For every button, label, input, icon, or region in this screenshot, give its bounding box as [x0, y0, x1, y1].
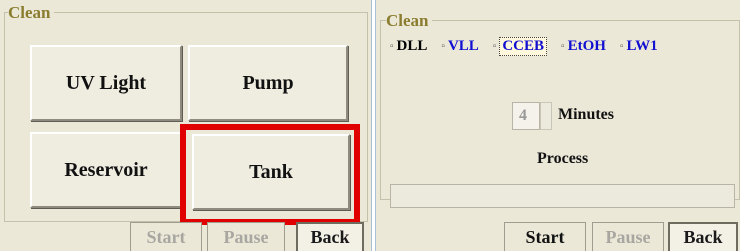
tank-highlight-box — [180, 124, 360, 225]
process-label: Process — [537, 150, 589, 167]
right-pause-button[interactable]: Pause — [592, 222, 664, 251]
option-vll-label: VLL — [447, 37, 479, 54]
left-panel-title: Clean — [8, 2, 54, 24]
option-dll-radio[interactable]: ▫ DLL — [390, 38, 427, 55]
pump-button[interactable]: Pump — [188, 45, 348, 121]
option-etoh-radio[interactable]: ▫ EtOH — [561, 38, 606, 55]
option-cceb-label: CCEB — [499, 36, 548, 56]
minutes-input[interactable]: 4 — [512, 102, 540, 130]
uv-light-button[interactable]: UV Light — [30, 45, 182, 121]
right-panel-title: Clean — [386, 10, 432, 32]
option-cceb-radio[interactable]: ▫ CCEB — [492, 36, 548, 56]
option-etoh-label: EtOH — [567, 37, 606, 54]
left-back-button[interactable]: Back — [296, 222, 364, 251]
option-lw1-radio[interactable]: ▫ LW1 — [620, 38, 658, 55]
right-start-button[interactable]: Start — [504, 222, 586, 251]
option-vll-radio[interactable]: ▫ VLL — [441, 38, 478, 55]
radio-dot-icon: ▫ — [561, 40, 565, 52]
option-dll-label: DLL — [396, 37, 428, 54]
radio-dot-icon: ▫ — [441, 40, 445, 52]
option-lw1-label: LW1 — [626, 37, 658, 54]
reservoir-button[interactable]: Reservoir — [30, 132, 182, 208]
radio-dot-icon: ▫ — [492, 40, 497, 52]
process-progress-bar — [390, 184, 735, 208]
liquid-option-group: ▫ DLL ▫ VLL ▫ CCEB ▫ EtOH ▫ LW1 — [390, 34, 672, 58]
left-pause-button[interactable]: Pause — [207, 222, 285, 251]
left-panel: Clean UV Light Pump Reservoir Tank Start… — [0, 0, 372, 251]
minutes-spinner-button[interactable] — [540, 102, 552, 130]
left-start-button[interactable]: Start — [130, 222, 202, 251]
minutes-label: Minutes — [558, 106, 614, 123]
radio-dot-icon: ▫ — [390, 40, 394, 52]
radio-dot-icon: ▫ — [619, 40, 624, 52]
right-back-button[interactable]: Back — [668, 222, 738, 251]
